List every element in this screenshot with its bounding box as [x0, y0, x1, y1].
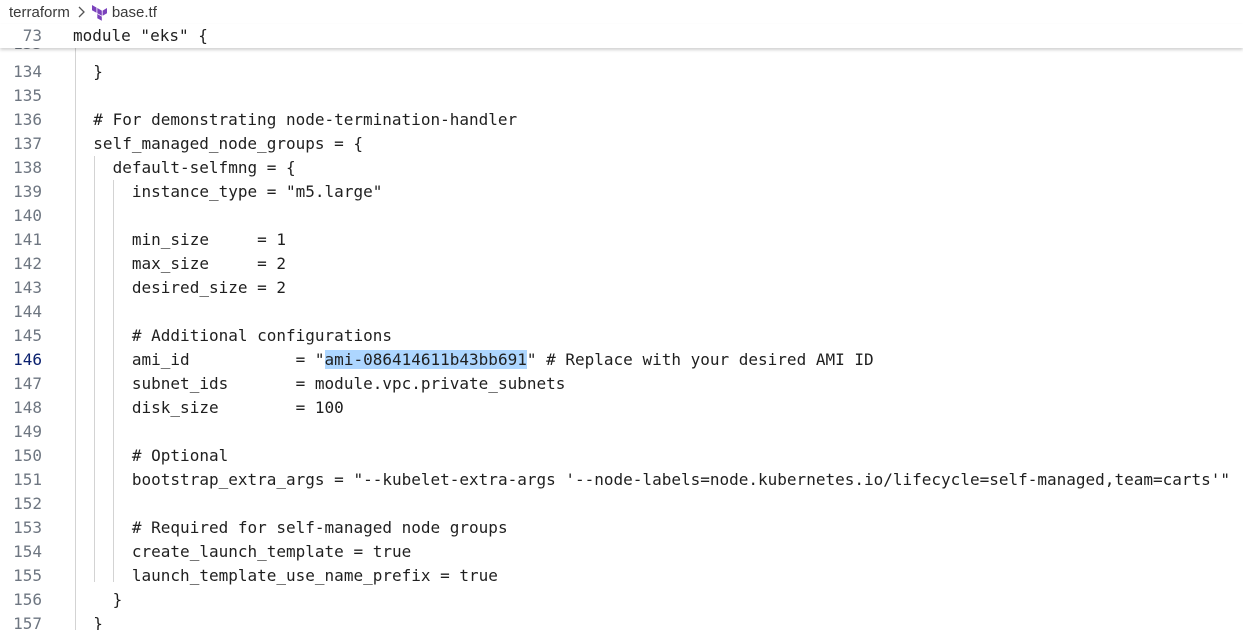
line-number: 151: [13, 470, 42, 489]
breadcrumb-file[interactable]: base.tf: [112, 4, 157, 21]
code-line-text: max_size = 2: [131, 254, 287, 273]
code-line-text: subnet_ids = module.vpc.private_subnets: [131, 374, 566, 393]
code-line[interactable]: 138 default-selfmng = {: [0, 156, 1243, 180]
code-line-text: }: [93, 614, 103, 630]
code-line[interactable]: 139 instance_type = "m5.large": [0, 180, 1243, 204]
sticky-scroll-header[interactable]: 73 module "eks" {: [0, 24, 1243, 48]
code-line-text: }: [112, 590, 123, 609]
terraform-icon: [91, 4, 107, 21]
code-line[interactable]: 151 bootstrap_extra_args = "--kubelet-ext…: [0, 468, 1243, 492]
code-line[interactable]: 135: [0, 84, 1243, 108]
line-number: 140: [13, 206, 42, 225]
indent-guide: [75, 48, 76, 630]
code-line[interactable]: 140: [0, 204, 1243, 228]
code-line[interactable]: 149: [0, 420, 1243, 444]
code-line[interactable]: 145 # Additional configurations: [0, 324, 1243, 348]
code-line-text: launch_template_use_name_prefix = true: [131, 566, 498, 585]
partial-line-number: 133: [0, 48, 42, 56]
line-number: 135: [13, 86, 42, 105]
line-number: 156: [13, 590, 42, 609]
line-number: 155: [13, 566, 42, 585]
line-number: 146: [13, 350, 42, 369]
code-line-text: # Additional configurations: [131, 326, 392, 345]
sticky-line-number: 73: [22, 26, 42, 45]
breadcrumb: terraform base.tf: [0, 0, 1243, 24]
code-line[interactable]: 143 desired_size = 2: [0, 276, 1243, 300]
indent-guide: [94, 156, 95, 582]
code-line-text: create_launch_template = true: [131, 542, 412, 561]
code-line[interactable]: 147 subnet_ids = module.vpc.private_subne…: [0, 372, 1243, 396]
line-number: 141: [13, 230, 42, 249]
line-number: 145: [13, 326, 42, 345]
code-line[interactable]: 142 max_size = 2: [0, 252, 1243, 276]
code-line-text: # Required for self-managed node groups: [131, 518, 508, 537]
code-line[interactable]: 155 launch_template_use_name_prefix = tru…: [0, 564, 1243, 588]
sticky-line-text: module "eks" {: [73, 26, 208, 45]
line-number: 152: [13, 494, 42, 513]
code-line[interactable]: 137 self_managed_node_groups = {: [0, 132, 1243, 156]
code-segment: " # Replace with your desired AMI ID: [526, 350, 874, 369]
code-segment: ami_id = ": [131, 350, 325, 369]
code-line-text: # Optional: [131, 446, 229, 465]
code-line[interactable]: 153 # Required for self-managed node grou…: [0, 516, 1243, 540]
line-number: 136: [13, 110, 42, 129]
code-line-text: min_size = 1: [131, 230, 287, 249]
code-line[interactable]: 152: [0, 492, 1243, 516]
code-line-text: ami_id = "ami-086414611b43bb691" # Repla…: [132, 348, 874, 372]
line-number: 134: [13, 62, 42, 81]
code-line-text: self_managed_node_groups = {: [93, 134, 364, 153]
code-line-text: instance_type = "m5.large": [131, 182, 383, 201]
code-line[interactable]: 156}: [0, 588, 1243, 612]
code-line-text: desired_size = 2: [131, 278, 287, 297]
line-number: 153: [13, 518, 42, 537]
code-line[interactable]: 154 create_launch_template = true: [0, 540, 1243, 564]
line-number: 139: [13, 182, 42, 201]
code-line-text: disk_size = 100: [131, 398, 344, 417]
line-number: 157: [13, 614, 42, 630]
code-line[interactable]: 144: [0, 300, 1243, 324]
code-editor[interactable]: 134} 135 136 # For demonstrating node-termi…: [0, 48, 1243, 630]
code-line[interactable]: 157}: [0, 612, 1243, 630]
line-number: 150: [13, 446, 42, 465]
code-line[interactable]: 150 # Optional: [0, 444, 1243, 468]
indent-guide: [113, 180, 114, 582]
code-line-text: }: [93, 62, 103, 81]
line-number: 142: [13, 254, 42, 273]
line-number: 143: [13, 278, 42, 297]
line-number: 144: [13, 302, 42, 321]
line-number: 148: [13, 398, 42, 417]
line-number: 149: [13, 422, 42, 441]
code-line-text: bootstrap_extra_args = "--kubelet-extra-…: [131, 470, 1231, 489]
line-number: 147: [13, 374, 42, 393]
code-line-text: # For demonstrating node-termination-han…: [93, 110, 518, 129]
selected-text[interactable]: ami-086414611b43bb691: [324, 350, 527, 369]
line-number: 138: [13, 158, 42, 177]
line-number: 154: [13, 542, 42, 561]
line-number: 137: [13, 134, 42, 153]
code-line[interactable]: 148 disk_size = 100: [0, 396, 1243, 420]
breadcrumb-folder[interactable]: terraform: [9, 4, 70, 21]
code-line[interactable]: 134}: [0, 60, 1243, 84]
code-line[interactable]: 141 min_size = 1: [0, 228, 1243, 252]
chevron-right-icon: [78, 6, 85, 18]
code-line[interactable]: 136 # For demonstrating node-termination-…: [0, 108, 1243, 132]
code-line[interactable]: 146 ami_id = "ami-086414611b43bb691" # Re…: [0, 348, 1243, 372]
code-line-text: default-selfmng = {: [112, 158, 296, 177]
